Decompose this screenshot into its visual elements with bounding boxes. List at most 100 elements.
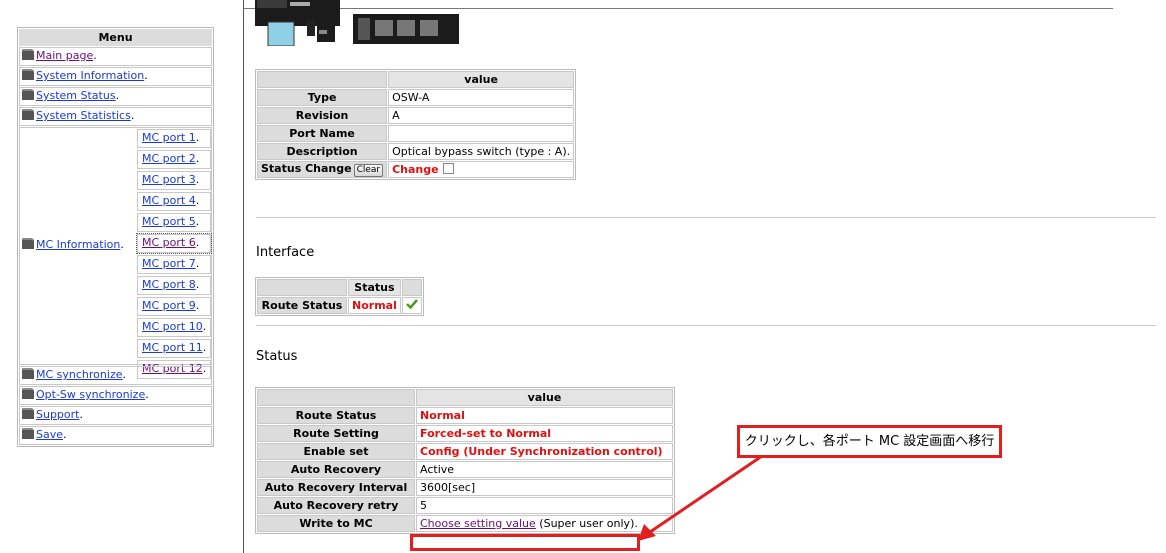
type-label: Type [257,89,388,106]
table-row: Status Change Clear Change [257,161,575,178]
highlight-box [410,534,640,551]
interface-title: Interface [256,245,315,260]
revision-value: A [388,107,575,124]
port-link[interactable]: MC port 1 [142,131,196,144]
clear-button[interactable]: Clear [353,164,384,177]
type-value: OSW-A [388,89,575,106]
table-row: Enable set Config (Under Synchronization … [257,443,673,460]
change-cell: Change [388,161,575,178]
port-link[interactable]: MC port 5 [142,215,196,228]
menu-link[interactable]: Opt-Sw synchronize [36,388,145,401]
menu-item-mc-information[interactable]: MC Information. [22,238,124,251]
menu-link[interactable]: System Information [36,69,144,82]
change-checkbox[interactable] [442,162,454,174]
section-divider-2 [256,325,1156,326]
mc-port-list: MC port 1. MC port 2. MC port 3. MC port… [136,128,212,381]
menu-item-system-information[interactable]: System Information. [19,67,212,86]
menu-link[interactable]: System Statistics [36,109,131,122]
menu-item-mc-port-5[interactable]: MC port 5. [137,213,211,232]
row-value: Normal [416,407,673,424]
status-header: Status [348,279,401,296]
menu-item-mc-port-6[interactable]: MC port 6. [136,233,212,254]
table-row: Auto Recovery retry 5 [257,497,673,514]
menu-item-mc-port-1[interactable]: MC port 1. [137,129,211,148]
info-table: value Type OSW-A Revision A Port Name Desc… [255,69,577,180]
port-link[interactable]: MC port 11 [142,341,203,354]
menu-title: Menu [19,29,212,46]
table-row: Route Status Normal [257,407,673,424]
menu-item-mc-port-10[interactable]: MC port 10. [137,318,211,337]
folder-icon [22,69,34,80]
menu-link[interactable]: MC Information [36,238,120,251]
row-label: Enable set [257,443,415,460]
table-row: Auto Recovery Interval 3600[sec] [257,479,673,496]
interface-table: Status Route Status Normal [255,277,424,316]
menu-item-save[interactable]: Save. [19,426,212,445]
menu-item-system-status[interactable]: System Status. [19,87,212,106]
row-label: Route Setting [257,425,415,442]
table-row: Status [257,279,422,296]
mc-information-block: MC Information. MC port 1. MC port 2. MC… [19,127,212,379]
folder-icon [22,388,34,399]
menu-item-mc-port-11[interactable]: MC port 11. [137,339,211,358]
route-status-label: Route Status [257,297,347,314]
folder-icon [22,89,34,100]
port-name-value [388,125,575,142]
menu-item-mc-port-4[interactable]: MC port 4. [137,192,211,211]
port-link[interactable]: MC port 10 [142,320,203,333]
menu-link[interactable]: MC synchronize [36,368,122,381]
menu-link[interactable]: Main page [36,49,93,62]
row-label: Auto Recovery retry [257,497,415,514]
table-row: value [257,71,575,88]
revision-label: Revision [257,107,388,124]
super-user-note: (Super user only). [539,516,638,530]
row-label: Route Status [257,407,415,424]
menu-item-mc-port-9[interactable]: MC port 9. [137,297,211,316]
menu-item-mc-synchronize[interactable]: MC synchronize. [19,366,212,385]
row-value: Forced-set to Normal [416,425,673,442]
section-divider-1 [256,217,1156,218]
value-header: value [416,389,673,406]
description-label: Description [257,143,388,160]
menu-link[interactable]: Save [36,428,63,441]
menu-item-mc-port-2[interactable]: MC port 2. [137,150,211,169]
value-header: value [388,71,575,88]
table-row: Port Name [257,125,575,142]
menu-item-support[interactable]: Support. [19,406,212,425]
annotation-arrow [638,454,763,541]
blank-cell [401,279,422,296]
port-name-label: Port Name [257,125,388,142]
content-divider [243,0,244,553]
menu-panel: Menu Main page. System Information. Syst… [17,27,214,447]
status-change-cell: Status Change Clear [257,161,388,178]
row-label: Write to MC [257,515,415,532]
description-value: Optical bypass switch (type : A). [388,143,575,160]
change-label: Change [392,162,439,176]
port-link[interactable]: MC port 2 [142,152,196,165]
corner-cell [257,71,388,88]
port-link[interactable]: MC port 4 [142,194,196,207]
port-link[interactable]: MC port 7 [142,257,196,270]
menu-item-system-statistics[interactable]: System Statistics. [19,107,212,126]
choose-setting-value-link[interactable]: Choose setting value [420,517,536,530]
table-row: Route Setting Forced-set to Normal [257,425,673,442]
menu-link[interactable]: System Status [36,89,116,102]
menu-link[interactable]: Support [36,408,79,421]
folder-icon [22,368,34,379]
menu-item-main-page[interactable]: Main page. [19,47,212,66]
port-link[interactable]: MC port 9 [142,299,196,312]
status-title: Status [256,349,298,364]
menu-item-opt-sw-synchronize[interactable]: Opt-Sw synchronize. [19,386,212,405]
table-row: value [257,389,673,406]
check-mark-icon [405,299,418,310]
annotation-callout: クリックし、各ポート MC 設定画面へ移行 [737,425,1002,458]
table-row: Write to MC Choose setting value (Super u… [257,515,673,532]
device-image [255,0,459,46]
corner-cell [257,279,347,296]
menu-item-mc-port-8[interactable]: MC port 8. [137,276,211,295]
port-link[interactable]: MC port 8 [142,278,196,291]
port-link[interactable]: MC port 6 [142,236,196,249]
menu-item-mc-port-7[interactable]: MC port 7. [137,255,211,274]
menu-item-mc-port-3[interactable]: MC port 3. [137,171,211,190]
port-link[interactable]: MC port 3 [142,173,196,186]
